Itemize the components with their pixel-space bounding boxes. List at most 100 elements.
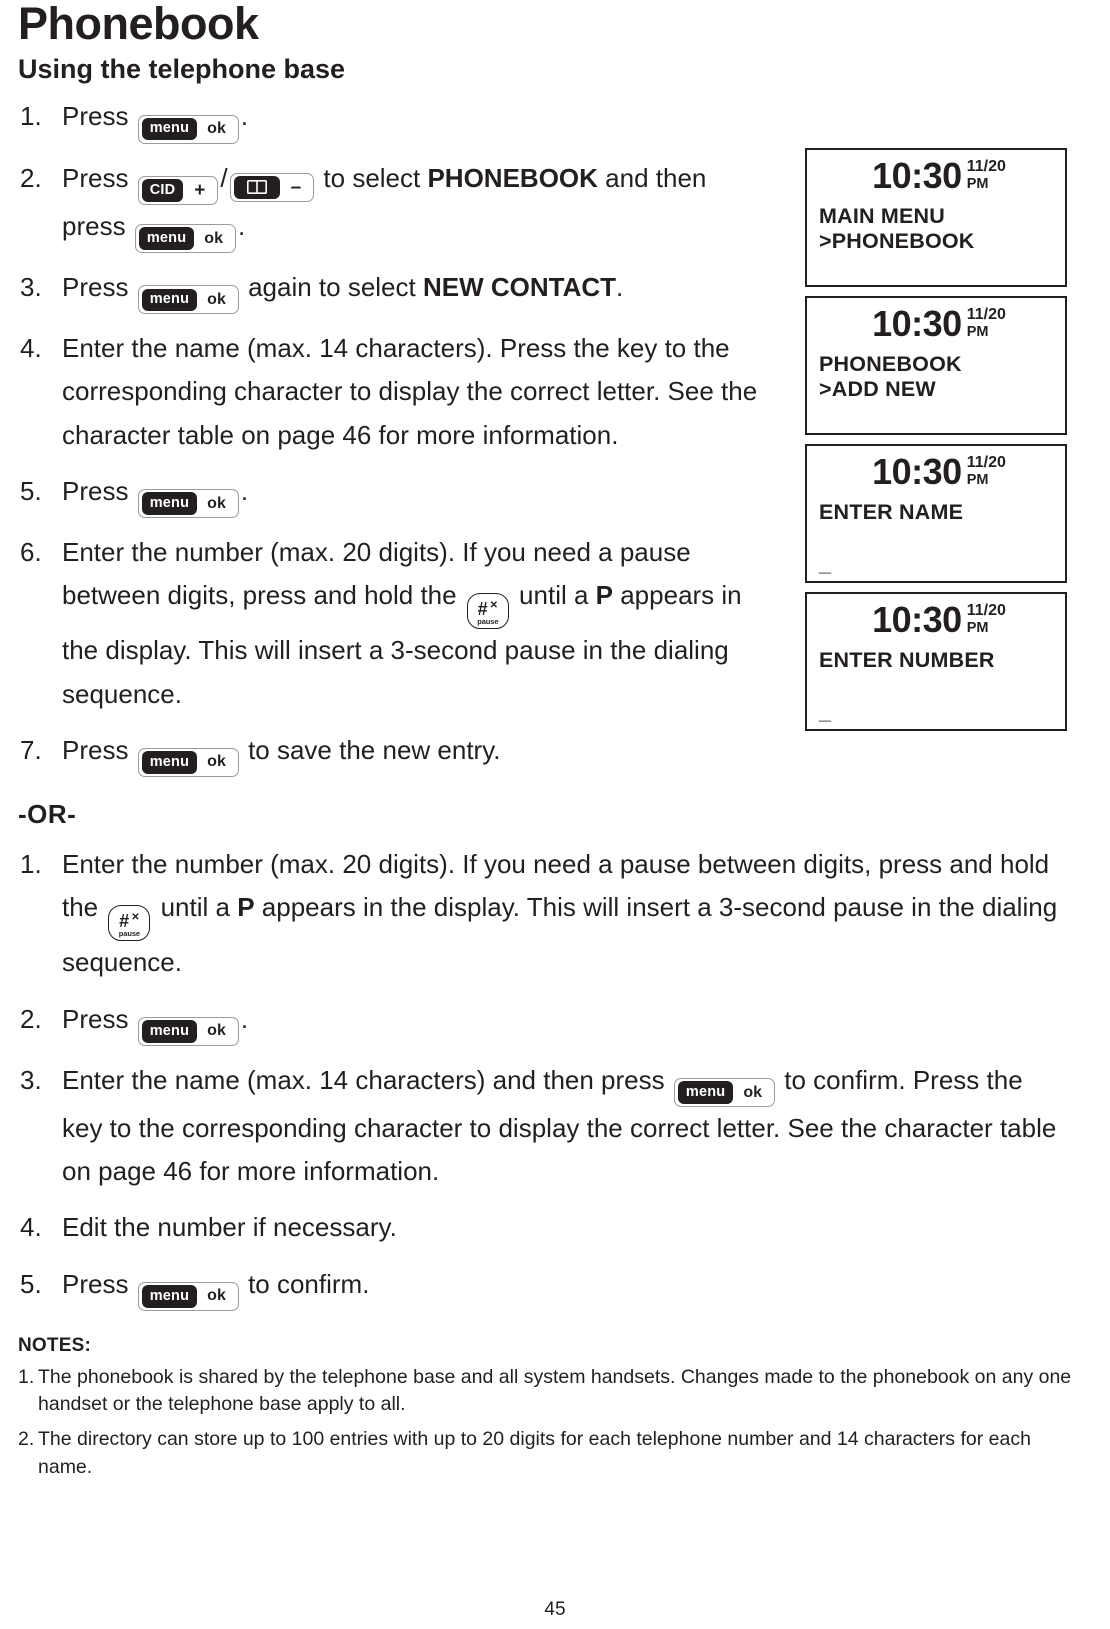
lcd-line-1: ENTER NAME <box>819 500 964 524</box>
lcd-line-2: >PHONEBOOK <box>819 229 975 254</box>
ok-key-label: ok <box>207 753 226 771</box>
step-emphasis: NEW CONTACT <box>422 272 617 303</box>
phonebook-down-key[interactable]: – <box>229 172 315 202</box>
step-number: 3. <box>20 1064 42 1095</box>
lcd-line-2: >ADD NEW <box>819 377 936 402</box>
step-text: Press <box>62 1268 136 1299</box>
step-body: Press menu ok. <box>62 470 767 518</box>
menu-key-pill: menu <box>141 751 198 774</box>
step-item: 1. Press menu ok. <box>16 95 1094 144</box>
step-body: Enter the name (max. 14 characters). Pre… <box>62 333 758 450</box>
lcd-screen-enter-name: 10:30 11/20 PM ENTER NAME _ <box>805 444 1067 583</box>
ok-key-label: ok <box>743 1083 763 1101</box>
note-number: 1. <box>18 1365 35 1388</box>
step-text-mid: until a <box>511 580 596 611</box>
step-item: 5. Press menu ok to confirm. <box>16 1263 1094 1311</box>
pause-glyph: ✕ <box>489 600 499 612</box>
step-number: 5. <box>20 1268 42 1299</box>
note-text: The phonebook is shared by the telephone… <box>38 1365 1072 1416</box>
step-item: 4. Edit the number if necessary. <box>16 1206 1094 1249</box>
lcd-status-row: 10:30 11/20 PM <box>819 454 1053 490</box>
hash-symbol: # <box>119 911 130 932</box>
lcd-date: 11/20 <box>966 602 1006 619</box>
lcd-text-cursor: _ <box>819 551 831 576</box>
note-item: 2. The directory can store up to 100 ent… <box>16 1426 1094 1481</box>
step-body: Press menu ok again to select NEW CONTACT… <box>62 266 767 315</box>
step-text-end: . <box>240 1003 249 1034</box>
step-text-end: . <box>616 272 624 303</box>
ok-key-label: ok <box>204 229 223 247</box>
lcd-line-1: PHONEBOOK <box>819 352 962 376</box>
lcd-ampm: PM <box>966 471 989 488</box>
section-subtitle: Using the telephone base <box>18 53 346 84</box>
key-separator: / <box>220 162 228 193</box>
lcd-status-row: 10:30 11/20 PM <box>819 306 1053 342</box>
lcd-line-1: MAIN MENU <box>819 204 946 228</box>
lcd-ampm: PM <box>966 619 989 636</box>
menu-key-pill: menu <box>677 1081 734 1104</box>
page-number: 45 <box>544 1599 566 1620</box>
menu-ok-key[interactable]: menu ok <box>137 489 239 518</box>
menu-ok-key[interactable]: menu ok <box>137 1281 239 1311</box>
cid-up-key[interactable]: CID + <box>137 175 219 205</box>
menu-ok-key[interactable]: menu ok <box>137 1016 239 1046</box>
lcd-clock: 10:30 <box>872 155 962 196</box>
note-number: 2. <box>18 1428 35 1451</box>
step-text: Press <box>62 734 136 765</box>
step-number: 2. <box>20 162 42 193</box>
step-number: 6. <box>20 537 42 567</box>
menu-key-pill: menu <box>141 492 198 515</box>
menu-ok-key[interactable]: menu ok <box>673 1078 776 1108</box>
step-body: Press CID + / – to select PHONEBOOK and the… <box>62 157 767 254</box>
menu-ok-key[interactable]: menu ok <box>137 285 239 315</box>
lcd-clock: 10:30 <box>872 599 962 640</box>
step-text: Press <box>62 475 136 506</box>
volume-up-label: + <box>194 179 206 201</box>
ok-key-label: ok <box>207 1022 226 1040</box>
menu-ok-key[interactable]: menu ok <box>137 747 239 777</box>
lcd-ampm: PM <box>966 323 989 340</box>
lcd-date: 11/20 <box>966 306 1006 323</box>
step-number: 1. <box>20 101 42 132</box>
note-item: 1. The phonebook is shared by the teleph… <box>16 1364 1094 1419</box>
step-text-end: to confirm. <box>240 1268 370 1299</box>
step-emphasis: PHONEBOOK <box>427 162 598 193</box>
menu-key-pill: menu <box>141 288 198 312</box>
step-body: Press menu ok to confirm. <box>62 1263 1062 1311</box>
lcd-screen-phonebook: 10:30 11/20 PM PHONEBOOK >ADD NEW <box>805 296 1067 435</box>
step-number: 4. <box>20 1212 42 1243</box>
notes-heading: NOTES: <box>18 1334 91 1356</box>
lcd-text-cursor: _ <box>819 699 831 724</box>
menu-ok-key[interactable]: menu ok <box>137 114 239 144</box>
volume-down-label: – <box>290 176 302 198</box>
step-item: 2. Press menu ok. <box>16 998 1094 1046</box>
lcd-line-1: ENTER NUMBER <box>819 648 995 672</box>
step-body: Enter the number (max. 20 digits). If yo… <box>62 531 767 716</box>
lcd-screen-group: 10:30 11/20 PM MAIN MENU >PHONEBOOK 10:3… <box>805 148 1067 740</box>
menu-key-pill: menu <box>141 117 198 141</box>
hash-pause-key[interactable]: # ✕ pause <box>108 905 151 942</box>
step-body: Edit the number if necessary. <box>62 1212 397 1243</box>
menu-ok-key[interactable]: menu ok <box>134 224 236 254</box>
step-number: 2. <box>20 1003 42 1034</box>
step-body: Enter the number (max. 20 digits). If yo… <box>62 843 1062 985</box>
step-number: 7. <box>20 734 42 765</box>
lcd-date: 11/20 <box>966 454 1006 471</box>
step-text-mid: again to select <box>240 272 423 303</box>
step-body: Press menu ok. <box>62 95 767 144</box>
cid-key-pill: CID <box>141 179 184 202</box>
step-text-end: . <box>237 210 246 241</box>
step-emphasis: P <box>595 580 613 611</box>
lcd-screen-main-menu: 10:30 11/20 PM MAIN MENU >PHONEBOOK <box>805 148 1067 287</box>
menu-key-pill: menu <box>141 1020 198 1043</box>
hash-pause-key[interactable]: # ✕ pause <box>466 593 509 630</box>
lcd-status-row: 10:30 11/20 PM <box>819 602 1053 638</box>
page-title: Phonebook <box>18 0 259 49</box>
lcd-ampm: PM <box>966 175 989 192</box>
step-text-end: . <box>240 475 249 506</box>
lcd-clock: 10:30 <box>872 303 962 344</box>
hash-symbol: # <box>477 599 488 620</box>
step-item: 3. Enter the name (max. 14 characters) a… <box>16 1059 1094 1194</box>
step-text: Press <box>62 162 136 193</box>
ok-key-label: ok <box>207 290 226 308</box>
